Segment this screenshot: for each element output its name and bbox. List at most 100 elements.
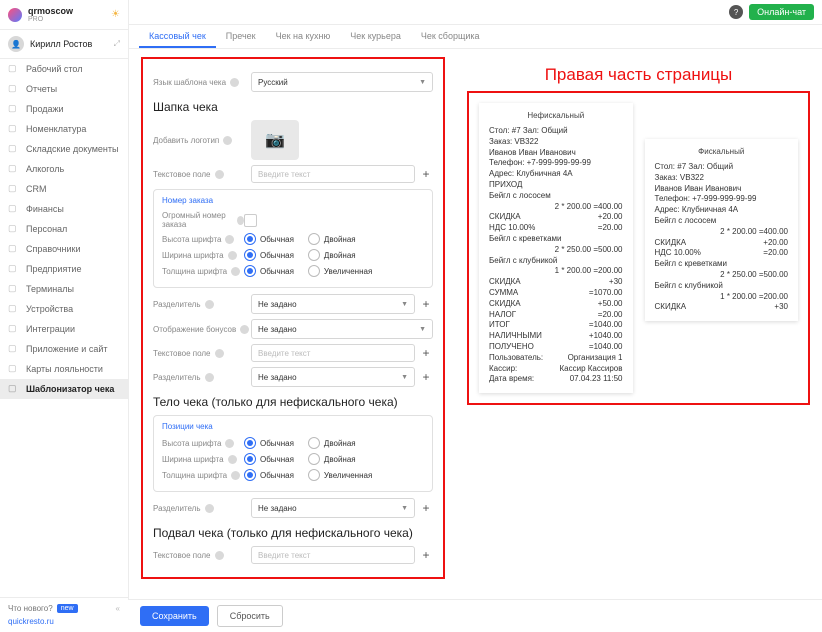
save-button[interactable]: Сохранить: [140, 606, 209, 626]
sidebar-item[interactable]: ▢Шаблонизатор чека: [0, 379, 128, 399]
sidebar-item[interactable]: ▢Номенклатура: [0, 119, 128, 139]
label-text-field: Текстовое поле: [153, 170, 211, 179]
radio-option[interactable]: Двойная: [308, 233, 356, 245]
radio-icon: [308, 437, 320, 449]
info-icon[interactable]: [223, 136, 232, 145]
logo-dropzone[interactable]: 📷: [251, 120, 299, 160]
info-icon[interactable]: [231, 471, 240, 480]
sidebar-item[interactable]: ▢Терминалы: [0, 279, 128, 299]
sidebar-item[interactable]: ▢Карты лояльности: [0, 359, 128, 379]
radio-option[interactable]: Обычная: [244, 453, 294, 465]
site-link[interactable]: quickresto.ru: [8, 617, 120, 626]
info-icon[interactable]: [240, 325, 249, 334]
radio-icon: [308, 453, 320, 465]
radio-icon: [308, 265, 320, 277]
radio-label: Высота шрифта: [162, 439, 221, 448]
radio-option[interactable]: Увеличенная: [308, 469, 372, 481]
radio-option[interactable]: Обычная: [244, 233, 294, 245]
info-icon[interactable]: [230, 78, 239, 87]
nav-icon: ▢: [8, 283, 20, 295]
sidebar-item[interactable]: ▢Финансы: [0, 199, 128, 219]
receipt-item-row: 2 * 250.00 =500.00: [489, 245, 623, 256]
sidebar-item[interactable]: ▢Персонал: [0, 219, 128, 239]
whats-new-link[interactable]: Что нового?: [8, 604, 53, 613]
info-icon[interactable]: [228, 251, 237, 260]
sidebar-item[interactable]: ▢CRM: [0, 179, 128, 199]
sidebar-item[interactable]: ▢Приложение и сайт: [0, 339, 128, 359]
plus-icon[interactable]: +: [419, 501, 433, 515]
tab[interactable]: Чек сборщика: [411, 25, 490, 48]
bonus-select[interactable]: Не задано▼: [251, 319, 433, 339]
info-icon[interactable]: [225, 235, 234, 244]
receipt-item-row: НДС 10.00%=20.00: [489, 223, 623, 234]
receipt-line: Адрес: Клубничная 4А: [489, 169, 623, 180]
radio-option[interactable]: Обычная: [244, 437, 294, 449]
radio-option[interactable]: Обычная: [244, 265, 294, 277]
reset-button[interactable]: Сбросить: [217, 605, 283, 627]
info-icon[interactable]: [215, 170, 224, 179]
sidebar-item[interactable]: ▢Предприятие: [0, 259, 128, 279]
text-input[interactable]: [251, 546, 415, 564]
sidebar-item[interactable]: ▢Складские документы: [0, 139, 128, 159]
plus-icon[interactable]: +: [419, 297, 433, 311]
radio-option[interactable]: Обычная: [244, 249, 294, 261]
info-icon[interactable]: [215, 551, 224, 560]
info-icon[interactable]: [237, 216, 244, 225]
label-add-logo: Добавить логотип: [153, 136, 219, 145]
tab[interactable]: Чек курьера: [340, 25, 411, 48]
radio-option[interactable]: Увеличенная: [308, 265, 372, 277]
sidebar-item[interactable]: ▢Справочники: [0, 239, 128, 259]
radio-option[interactable]: Двойная: [308, 249, 356, 261]
radio-option[interactable]: Обычная: [244, 469, 294, 481]
info-icon[interactable]: [231, 267, 240, 276]
sidebar-item[interactable]: ▢Отчеты: [0, 79, 128, 99]
nav-label: Приложение и сайт: [26, 344, 107, 354]
text-input[interactable]: [251, 344, 415, 362]
sidebar-item[interactable]: ▢Продажи: [0, 99, 128, 119]
radio-option[interactable]: Двойная: [308, 453, 356, 465]
sidebar-item[interactable]: ▢Интеграции: [0, 319, 128, 339]
plus-icon[interactable]: +: [419, 548, 433, 562]
account-name: qrmoscow: [28, 6, 73, 16]
separator-select[interactable]: Не задано▼: [251, 294, 415, 314]
radio-option[interactable]: Двойная: [308, 437, 356, 449]
collapse-icon[interactable]: «: [116, 604, 120, 613]
info-icon[interactable]: [205, 373, 214, 382]
tab[interactable]: Кассовый чек: [139, 25, 216, 48]
plus-icon[interactable]: +: [419, 167, 433, 181]
receipt-footer-row: Дата время:07.04.23 11:50: [489, 374, 623, 385]
nav-label: CRM: [26, 184, 47, 194]
right-panel: НефискальныйСтол: #7 Зал: ОбщийЗаказ: VB…: [467, 91, 810, 405]
radio-label: Толщина шрифта: [162, 267, 227, 276]
plus-icon[interactable]: +: [419, 370, 433, 384]
account-block[interactable]: qrmoscow PRO ☀: [0, 0, 128, 30]
sun-icon[interactable]: ☀: [111, 9, 120, 20]
tab[interactable]: Чек на кухню: [266, 25, 341, 48]
user-block[interactable]: 👤 Кирилл Ростов ⤢: [0, 30, 128, 59]
tab[interactable]: Пречек: [216, 25, 266, 48]
expand-icon[interactable]: ⤢: [114, 39, 120, 49]
nav-label: Отчеты: [26, 84, 57, 94]
online-chat-button[interactable]: Онлайн-чат: [749, 4, 814, 20]
huge-no-checkbox[interactable]: [244, 214, 257, 227]
receipt-fiscal: ФискальныйСтол: #7 Зал: ОбщийЗаказ: VB32…: [645, 139, 799, 321]
receipt-item-row: 2 * 250.00 =500.00: [655, 270, 789, 281]
sidebar-item[interactable]: ▢Устройства: [0, 299, 128, 319]
sidebar-item[interactable]: ▢Алкоголь: [0, 159, 128, 179]
info-icon[interactable]: [205, 300, 214, 309]
nav-label: Финансы: [26, 204, 64, 214]
info-icon[interactable]: [215, 349, 224, 358]
help-icon[interactable]: ?: [729, 5, 743, 19]
receipt-item-row: СКИДКА+30: [655, 302, 789, 313]
sidebar-item[interactable]: ▢Рабочий стол: [0, 59, 128, 79]
info-icon[interactable]: [205, 504, 214, 513]
info-icon[interactable]: [225, 439, 234, 448]
plus-icon[interactable]: +: [419, 346, 433, 360]
separator-select[interactable]: Не задано▼: [251, 498, 415, 518]
receipt-total-row: ПОЛУЧЕНО=1040.00: [489, 342, 623, 353]
separator-select[interactable]: Не задано▼: [251, 367, 415, 387]
info-icon[interactable]: [228, 455, 237, 464]
text-input[interactable]: [251, 165, 415, 183]
nav-label: Рабочий стол: [26, 64, 83, 74]
lang-select[interactable]: Русский▼: [251, 72, 433, 92]
